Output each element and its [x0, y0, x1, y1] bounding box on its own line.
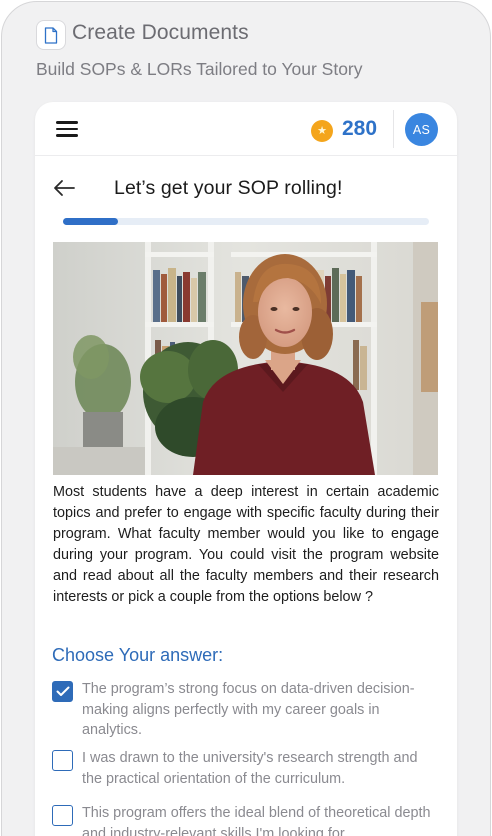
answer-option-text: This program offers the ideal blend of t… [82, 805, 431, 836]
question-text: Most students have a deep interest in ce… [53, 484, 439, 605]
document-icon [36, 20, 66, 50]
progress-bar [63, 218, 429, 225]
arrow-left-icon[interactable] [52, 179, 76, 197]
progress-fill [63, 218, 118, 225]
checkbox-unchecked[interactable] [52, 805, 73, 826]
feature-card: Create Documents Build SOPs & LORs Tailo… [1, 1, 491, 836]
feature-title: Create Documents [72, 21, 249, 44]
hamburger-menu-icon[interactable] [56, 121, 78, 137]
checkbox-checked[interactable] [52, 681, 73, 702]
checkbox-unchecked[interactable] [52, 750, 73, 771]
coin-star-icon: ★ [311, 120, 333, 142]
coin-count: 280 [342, 117, 378, 140]
avatar[interactable]: AS [405, 113, 438, 146]
checkmark-icon [56, 686, 69, 696]
feature-subtitle: Build SOPs & LORs Tailored to Your Story [36, 59, 363, 79]
presenter-photo [53, 242, 438, 475]
answer-option-text: The program’s strong focus on data-drive… [82, 681, 415, 738]
app-bar: ★ 280 AS [35, 102, 457, 156]
page-title: Let’s get your SOP rolling! [114, 177, 343, 199]
answer-option-text: I was drawn to the university's research… [82, 750, 418, 787]
choose-answer-label: Choose Your answer: [52, 645, 224, 665]
appbar-divider [393, 110, 394, 148]
app-screen: ★ 280 AS Let’s get your SOP rolling! Mos… [35, 102, 457, 836]
